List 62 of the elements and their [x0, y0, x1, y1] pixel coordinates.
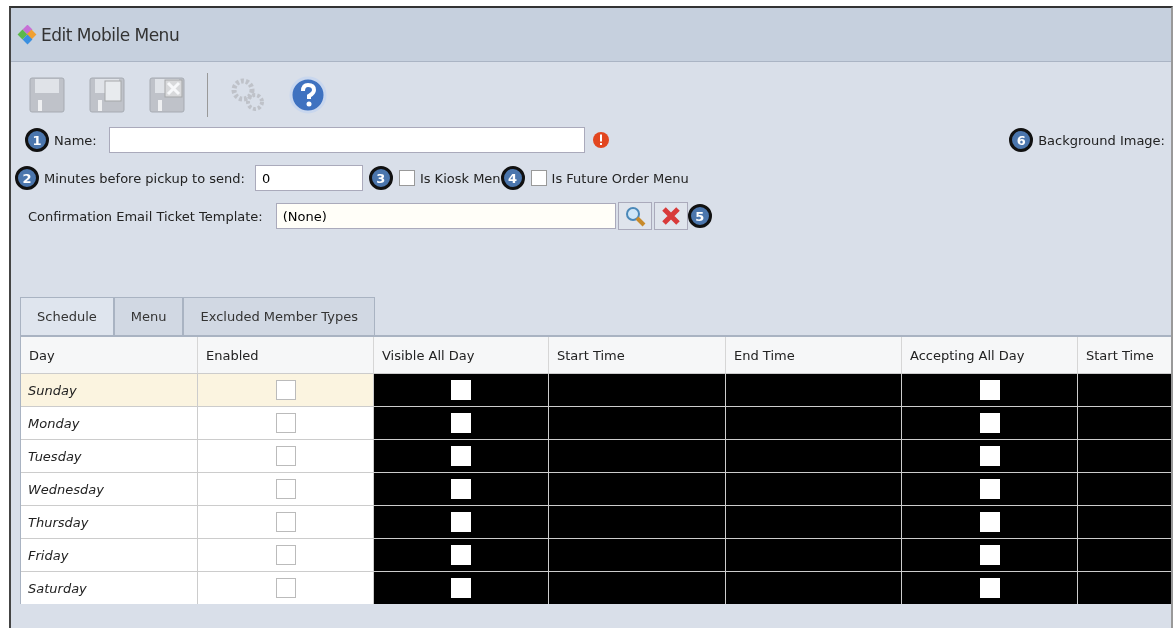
- help-icon: [288, 75, 328, 115]
- minutes-label: Minutes before pickup to send:: [44, 170, 245, 186]
- callout-badge: 2: [15, 166, 39, 190]
- enabled-checkbox[interactable]: [275, 380, 296, 400]
- search-icon: [623, 205, 646, 227]
- enabled-checkbox[interactable]: [275, 413, 296, 433]
- future-order-label: Is Future Order Menu: [551, 170, 689, 186]
- day-cell: Wednesday: [21, 472, 198, 505]
- column-header: Start Time: [1078, 337, 1171, 373]
- template-input[interactable]: (None): [275, 203, 616, 229]
- enabled-checkbox[interactable]: [275, 578, 296, 598]
- accepting-all-day-checkbox[interactable]: [979, 446, 1000, 466]
- day-cell: Tuesday: [21, 439, 198, 472]
- window-title: Edit Mobile Menu: [41, 24, 180, 45]
- tab[interactable]: Menu: [113, 297, 184, 335]
- day-cell: Sunday: [21, 373, 198, 406]
- column-header: Visible All Day: [374, 337, 549, 373]
- enabled-checkbox[interactable]: [275, 446, 296, 466]
- enabled-checkbox[interactable]: [275, 512, 296, 532]
- column-header: End Time: [726, 337, 902, 373]
- column-header: Day: [21, 337, 198, 373]
- accepting-all-day-checkbox[interactable]: [979, 545, 1000, 565]
- accepting-all-day-checkbox[interactable]: [979, 512, 1000, 532]
- visible-all-day-checkbox[interactable]: [451, 479, 471, 499]
- kiosk-checkbox[interactable]: [398, 170, 415, 186]
- diamonds-logo-icon: [17, 24, 37, 45]
- visible-all-day-checkbox[interactable]: [451, 545, 471, 565]
- column-header: Start Time: [549, 337, 726, 373]
- name-label: Name:: [54, 132, 97, 148]
- callout-badge: 6: [1009, 128, 1034, 152]
- template-label: Confirmation Email Ticket Template:: [28, 208, 263, 224]
- column-header: Enabled: [198, 337, 374, 373]
- name-input[interactable]: [108, 127, 585, 153]
- close-icon: [659, 205, 682, 227]
- visible-all-day-checkbox[interactable]: [451, 512, 471, 532]
- tab[interactable]: Schedule: [20, 297, 114, 335]
- day-cell: Monday: [21, 406, 198, 439]
- enabled-checkbox[interactable]: [275, 545, 296, 565]
- accepting-all-day-checkbox[interactable]: [979, 479, 1000, 499]
- column-header: Accepting All Day: [902, 337, 1078, 373]
- day-cell: Saturday: [21, 571, 198, 604]
- day-cell: Thursday: [21, 505, 198, 538]
- day-cell: Friday: [21, 538, 198, 571]
- callout-badge: 3: [368, 166, 393, 190]
- tab[interactable]: Excluded Member Types: [183, 297, 375, 335]
- accepting-all-day-checkbox[interactable]: [979, 413, 1000, 433]
- kiosk-label: Is Kiosk Men: [419, 170, 501, 186]
- callout-badge: 5: [687, 204, 712, 228]
- minutes-input[interactable]: 0: [254, 165, 363, 191]
- callout-badge: 4: [500, 166, 525, 190]
- future-order-checkbox[interactable]: [530, 170, 547, 186]
- search-button[interactable]: [617, 202, 652, 230]
- accepting-all-day-checkbox[interactable]: [979, 578, 1000, 598]
- visible-all-day-checkbox[interactable]: [451, 413, 471, 433]
- accepting-all-day-checkbox[interactable]: [979, 380, 1000, 400]
- callout-badge: 1: [25, 128, 49, 152]
- background-image-label: Background Image:: [1038, 132, 1165, 148]
- visible-all-day-checkbox[interactable]: [451, 380, 471, 400]
- clear-button[interactable]: [653, 202, 688, 230]
- visible-all-day-checkbox[interactable]: [451, 578, 471, 598]
- enabled-checkbox[interactable]: [275, 479, 296, 499]
- visible-all-day-checkbox[interactable]: [451, 446, 471, 466]
